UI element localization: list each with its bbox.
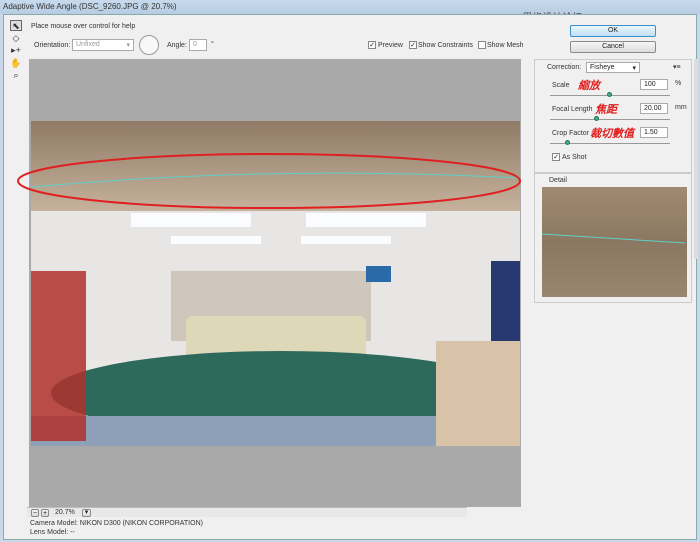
lens-model: Lens Model: -- (30, 529, 75, 536)
detail-label: Detail (549, 177, 567, 184)
constraint-line[interactable] (31, 172, 520, 188)
window-title: Adaptive Wide Angle (DSC_9260.JPG @ 20.7… (3, 2, 177, 11)
focal-length-input[interactable]: 20.00 (640, 103, 668, 114)
crop-factor-label: Crop Factor (552, 130, 589, 137)
correction-label: Correction: (547, 64, 582, 71)
focal-length-slider[interactable] (550, 119, 670, 120)
scale-slider-thumb[interactable] (607, 92, 612, 97)
ok-button[interactable]: OK (570, 25, 656, 37)
panel-menu-icon[interactable]: ▾≡ (673, 63, 681, 71)
dialog: ⬉ ◇ ▸+ ✋ ⌕ Place mouse over control for … (3, 14, 698, 540)
crop-factor-slider-thumb[interactable] (565, 140, 570, 145)
focal-length-unit: mm (675, 104, 687, 111)
crop-factor-annotation: 裁切數值 (590, 128, 634, 140)
scale-annotation: 縮放 (578, 80, 600, 92)
detail-constraint-line (541, 233, 686, 244)
correction-panel: Correction: Fisheye ▾ ▾≡ Scale 縮放 100 % F… (534, 59, 692, 173)
zoom-menu-button[interactable]: ▾ (82, 509, 91, 517)
focal-length-slider-thumb[interactable] (594, 116, 599, 121)
camera-model: Camera Model: NIKON D300 (NIKON CORPORAT… (30, 520, 203, 527)
focal-length-annotation: 焦距 (595, 104, 617, 116)
zoom-in-button[interactable]: + (41, 509, 49, 517)
focal-length-label: Focal Length (552, 106, 593, 113)
constraint-overlay (17, 153, 521, 209)
scale-label: Scale (552, 82, 570, 89)
detail-panel: Detail (534, 173, 692, 303)
scale-unit: % (675, 80, 682, 87)
as-shot-checkbox[interactable]: ✓ (552, 153, 560, 161)
cancel-button[interactable]: Cancel (570, 41, 656, 53)
zoom-bar: − + 20.7% ▾ (27, 507, 467, 517)
zoom-out-button[interactable]: − (31, 509, 39, 517)
scale-input[interactable]: 100 (640, 79, 668, 90)
crop-factor-input[interactable]: 1.50 (640, 127, 668, 138)
panel-scrollbar[interactable] (694, 59, 698, 259)
zoom-level: 20.7% (55, 509, 75, 516)
detail-preview (541, 187, 687, 297)
highlight-ellipse (17, 153, 521, 209)
correction-select[interactable]: Fisheye ▾ (586, 62, 640, 73)
as-shot-label: As Shot (562, 154, 587, 161)
